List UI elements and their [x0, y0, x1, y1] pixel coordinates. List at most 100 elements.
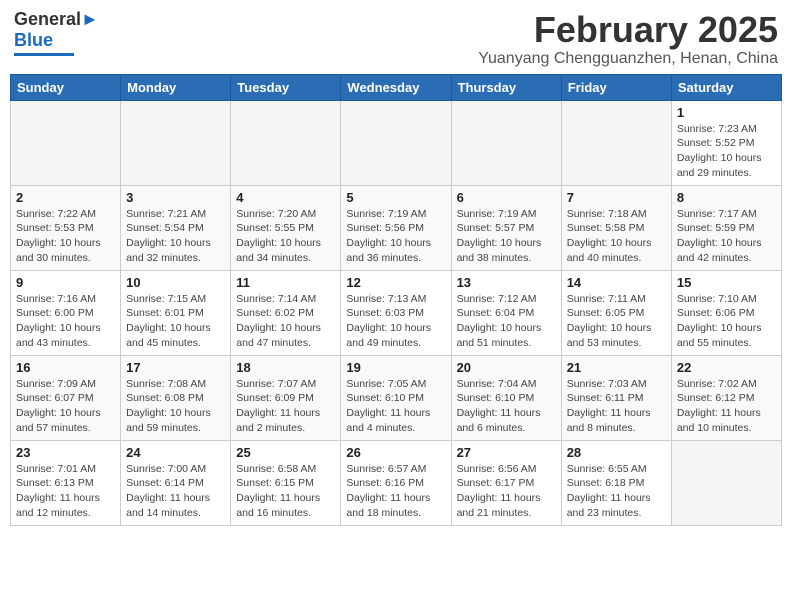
calendar-cell: 10Sunrise: 7:15 AM Sunset: 6:01 PM Dayli…	[121, 270, 231, 355]
calendar-cell	[671, 440, 781, 525]
calendar-cell: 2 Sunrise: 7:22 AM Sunset: 5:53 PM Daylig…	[11, 185, 121, 270]
day-number: 13	[457, 275, 556, 290]
calendar-cell: 8Sunrise: 7:17 AM Sunset: 5:59 PM Daylig…	[671, 185, 781, 270]
day-info: Sunrise: 7:11 AM Sunset: 6:05 PM Dayligh…	[567, 292, 666, 351]
day-number: 6	[457, 190, 556, 205]
day-number: 23	[16, 445, 115, 460]
day-number: 19	[346, 360, 445, 375]
day-info: Sunrise: 6:57 AM Sunset: 6:16 PM Dayligh…	[346, 462, 445, 521]
day-info: Sunrise: 7:02 AM Sunset: 6:12 PM Dayligh…	[677, 377, 776, 436]
day-number: 20	[457, 360, 556, 375]
day-info: Sunrise: 7:09 AM Sunset: 6:07 PM Dayligh…	[16, 377, 115, 436]
calendar-cell	[121, 100, 231, 185]
calendar-cell: 6 Sunrise: 7:19 AM Sunset: 5:57 PM Daylig…	[451, 185, 561, 270]
calendar-cell: 28 Sunrise: 6:55 AM Sunset: 6:18 PM Dayli…	[561, 440, 671, 525]
calendar-cell	[561, 100, 671, 185]
calendar-cell: 9 Sunrise: 7:16 AM Sunset: 6:00 PM Daylig…	[11, 270, 121, 355]
day-header-tuesday: Tuesday	[231, 74, 341, 100]
day-info: Sunrise: 6:58 AM Sunset: 6:15 PM Dayligh…	[236, 462, 335, 521]
calendar-cell: 22 Sunrise: 7:02 AM Sunset: 6:12 PM Dayli…	[671, 355, 781, 440]
day-number: 16	[16, 360, 115, 375]
day-number: 1	[677, 105, 776, 120]
day-number: 24	[126, 445, 225, 460]
day-header-friday: Friday	[561, 74, 671, 100]
calendar-cell: 21Sunrise: 7:03 AM Sunset: 6:11 PM Dayli…	[561, 355, 671, 440]
calendar-cell: 18 Sunrise: 7:07 AM Sunset: 6:09 PM Dayli…	[231, 355, 341, 440]
calendar-cell: 24 Sunrise: 7:00 AM Sunset: 6:14 PM Dayli…	[121, 440, 231, 525]
day-header-wednesday: Wednesday	[341, 74, 451, 100]
week-row-3: 9 Sunrise: 7:16 AM Sunset: 6:00 PM Daylig…	[11, 270, 782, 355]
day-info: Sunrise: 7:19 AM Sunset: 5:57 PM Dayligh…	[457, 207, 556, 266]
week-row-5: 23 Sunrise: 7:01 AM Sunset: 6:13 PM Dayli…	[11, 440, 782, 525]
day-number: 22	[677, 360, 776, 375]
day-number: 7	[567, 190, 666, 205]
day-info: Sunrise: 7:01 AM Sunset: 6:13 PM Dayligh…	[16, 462, 115, 521]
week-row-2: 2 Sunrise: 7:22 AM Sunset: 5:53 PM Daylig…	[11, 185, 782, 270]
day-info: Sunrise: 7:17 AM Sunset: 5:59 PM Dayligh…	[677, 207, 776, 266]
day-info: Sunrise: 7:13 AM Sunset: 6:03 PM Dayligh…	[346, 292, 445, 351]
day-info: Sunrise: 7:00 AM Sunset: 6:14 PM Dayligh…	[126, 462, 225, 521]
day-header-saturday: Saturday	[671, 74, 781, 100]
calendar-cell: 11 Sunrise: 7:14 AM Sunset: 6:02 PM Dayli…	[231, 270, 341, 355]
day-info: Sunrise: 7:05 AM Sunset: 6:10 PM Dayligh…	[346, 377, 445, 436]
day-number: 12	[346, 275, 445, 290]
calendar-cell: 13 Sunrise: 7:12 AM Sunset: 6:04 PM Dayli…	[451, 270, 561, 355]
day-number: 2	[16, 190, 115, 205]
day-number: 14	[567, 275, 666, 290]
day-number: 9	[16, 275, 115, 290]
day-number: 28	[567, 445, 666, 460]
day-info: Sunrise: 7:21 AM Sunset: 5:54 PM Dayligh…	[126, 207, 225, 266]
day-number: 5	[346, 190, 445, 205]
day-number: 15	[677, 275, 776, 290]
day-info: Sunrise: 7:08 AM Sunset: 6:08 PM Dayligh…	[126, 377, 225, 436]
day-info: Sunrise: 7:14 AM Sunset: 6:02 PM Dayligh…	[236, 292, 335, 351]
day-info: Sunrise: 7:07 AM Sunset: 6:09 PM Dayligh…	[236, 377, 335, 436]
logo-underline	[14, 53, 74, 56]
calendar-cell: 12 Sunrise: 7:13 AM Sunset: 6:03 PM Dayli…	[341, 270, 451, 355]
day-info: Sunrise: 7:18 AM Sunset: 5:58 PM Dayligh…	[567, 207, 666, 266]
calendar-cell	[451, 100, 561, 185]
location-subtitle: Yuanyang Chengguanzhen, Henan, China	[478, 50, 778, 68]
calendar-cell: 15 Sunrise: 7:10 AM Sunset: 6:06 PM Dayli…	[671, 270, 781, 355]
day-number: 27	[457, 445, 556, 460]
calendar-cell: 1 Sunrise: 7:23 AM Sunset: 5:52 PM Daylig…	[671, 100, 781, 185]
day-number: 4	[236, 190, 335, 205]
day-number: 21	[567, 360, 666, 375]
week-row-4: 16 Sunrise: 7:09 AM Sunset: 6:07 PM Dayli…	[11, 355, 782, 440]
calendar-cell	[231, 100, 341, 185]
logo-blue-text: Blue	[14, 30, 53, 51]
calendar-cell: 4Sunrise: 7:20 AM Sunset: 5:55 PM Daylig…	[231, 185, 341, 270]
logo-blue: ►	[81, 9, 99, 29]
day-header-thursday: Thursday	[451, 74, 561, 100]
month-title: February 2025	[478, 10, 778, 50]
day-number: 18	[236, 360, 335, 375]
day-info: Sunrise: 7:22 AM Sunset: 5:53 PM Dayligh…	[16, 207, 115, 266]
calendar-cell: 25 Sunrise: 6:58 AM Sunset: 6:15 PM Dayli…	[231, 440, 341, 525]
day-header-sunday: Sunday	[11, 74, 121, 100]
week-row-1: 1 Sunrise: 7:23 AM Sunset: 5:52 PM Daylig…	[11, 100, 782, 185]
calendar-cell: 20Sunrise: 7:04 AM Sunset: 6:10 PM Dayli…	[451, 355, 561, 440]
logo: General► Blue	[14, 10, 99, 56]
day-info: Sunrise: 7:19 AM Sunset: 5:56 PM Dayligh…	[346, 207, 445, 266]
calendar-cell: 16 Sunrise: 7:09 AM Sunset: 6:07 PM Dayli…	[11, 355, 121, 440]
day-info: Sunrise: 7:10 AM Sunset: 6:06 PM Dayligh…	[677, 292, 776, 351]
title-area: February 2025 Yuanyang Chengguanzhen, He…	[478, 10, 778, 68]
calendar-cell	[341, 100, 451, 185]
day-info: Sunrise: 6:56 AM Sunset: 6:17 PM Dayligh…	[457, 462, 556, 521]
day-number: 3	[126, 190, 225, 205]
day-header-monday: Monday	[121, 74, 231, 100]
calendar-cell	[11, 100, 121, 185]
logo-text: General►	[14, 10, 99, 30]
calendar-cell: 19 Sunrise: 7:05 AM Sunset: 6:10 PM Dayli…	[341, 355, 451, 440]
day-info: Sunrise: 7:12 AM Sunset: 6:04 PM Dayligh…	[457, 292, 556, 351]
calendar-cell: 5 Sunrise: 7:19 AM Sunset: 5:56 PM Daylig…	[341, 185, 451, 270]
day-number: 25	[236, 445, 335, 460]
day-number: 11	[236, 275, 335, 290]
day-number: 26	[346, 445, 445, 460]
logo-general: General	[14, 9, 81, 29]
day-info: Sunrise: 7:15 AM Sunset: 6:01 PM Dayligh…	[126, 292, 225, 351]
day-number: 17	[126, 360, 225, 375]
day-info: Sunrise: 7:23 AM Sunset: 5:52 PM Dayligh…	[677, 122, 776, 181]
day-info: Sunrise: 7:16 AM Sunset: 6:00 PM Dayligh…	[16, 292, 115, 351]
day-info: Sunrise: 6:55 AM Sunset: 6:18 PM Dayligh…	[567, 462, 666, 521]
